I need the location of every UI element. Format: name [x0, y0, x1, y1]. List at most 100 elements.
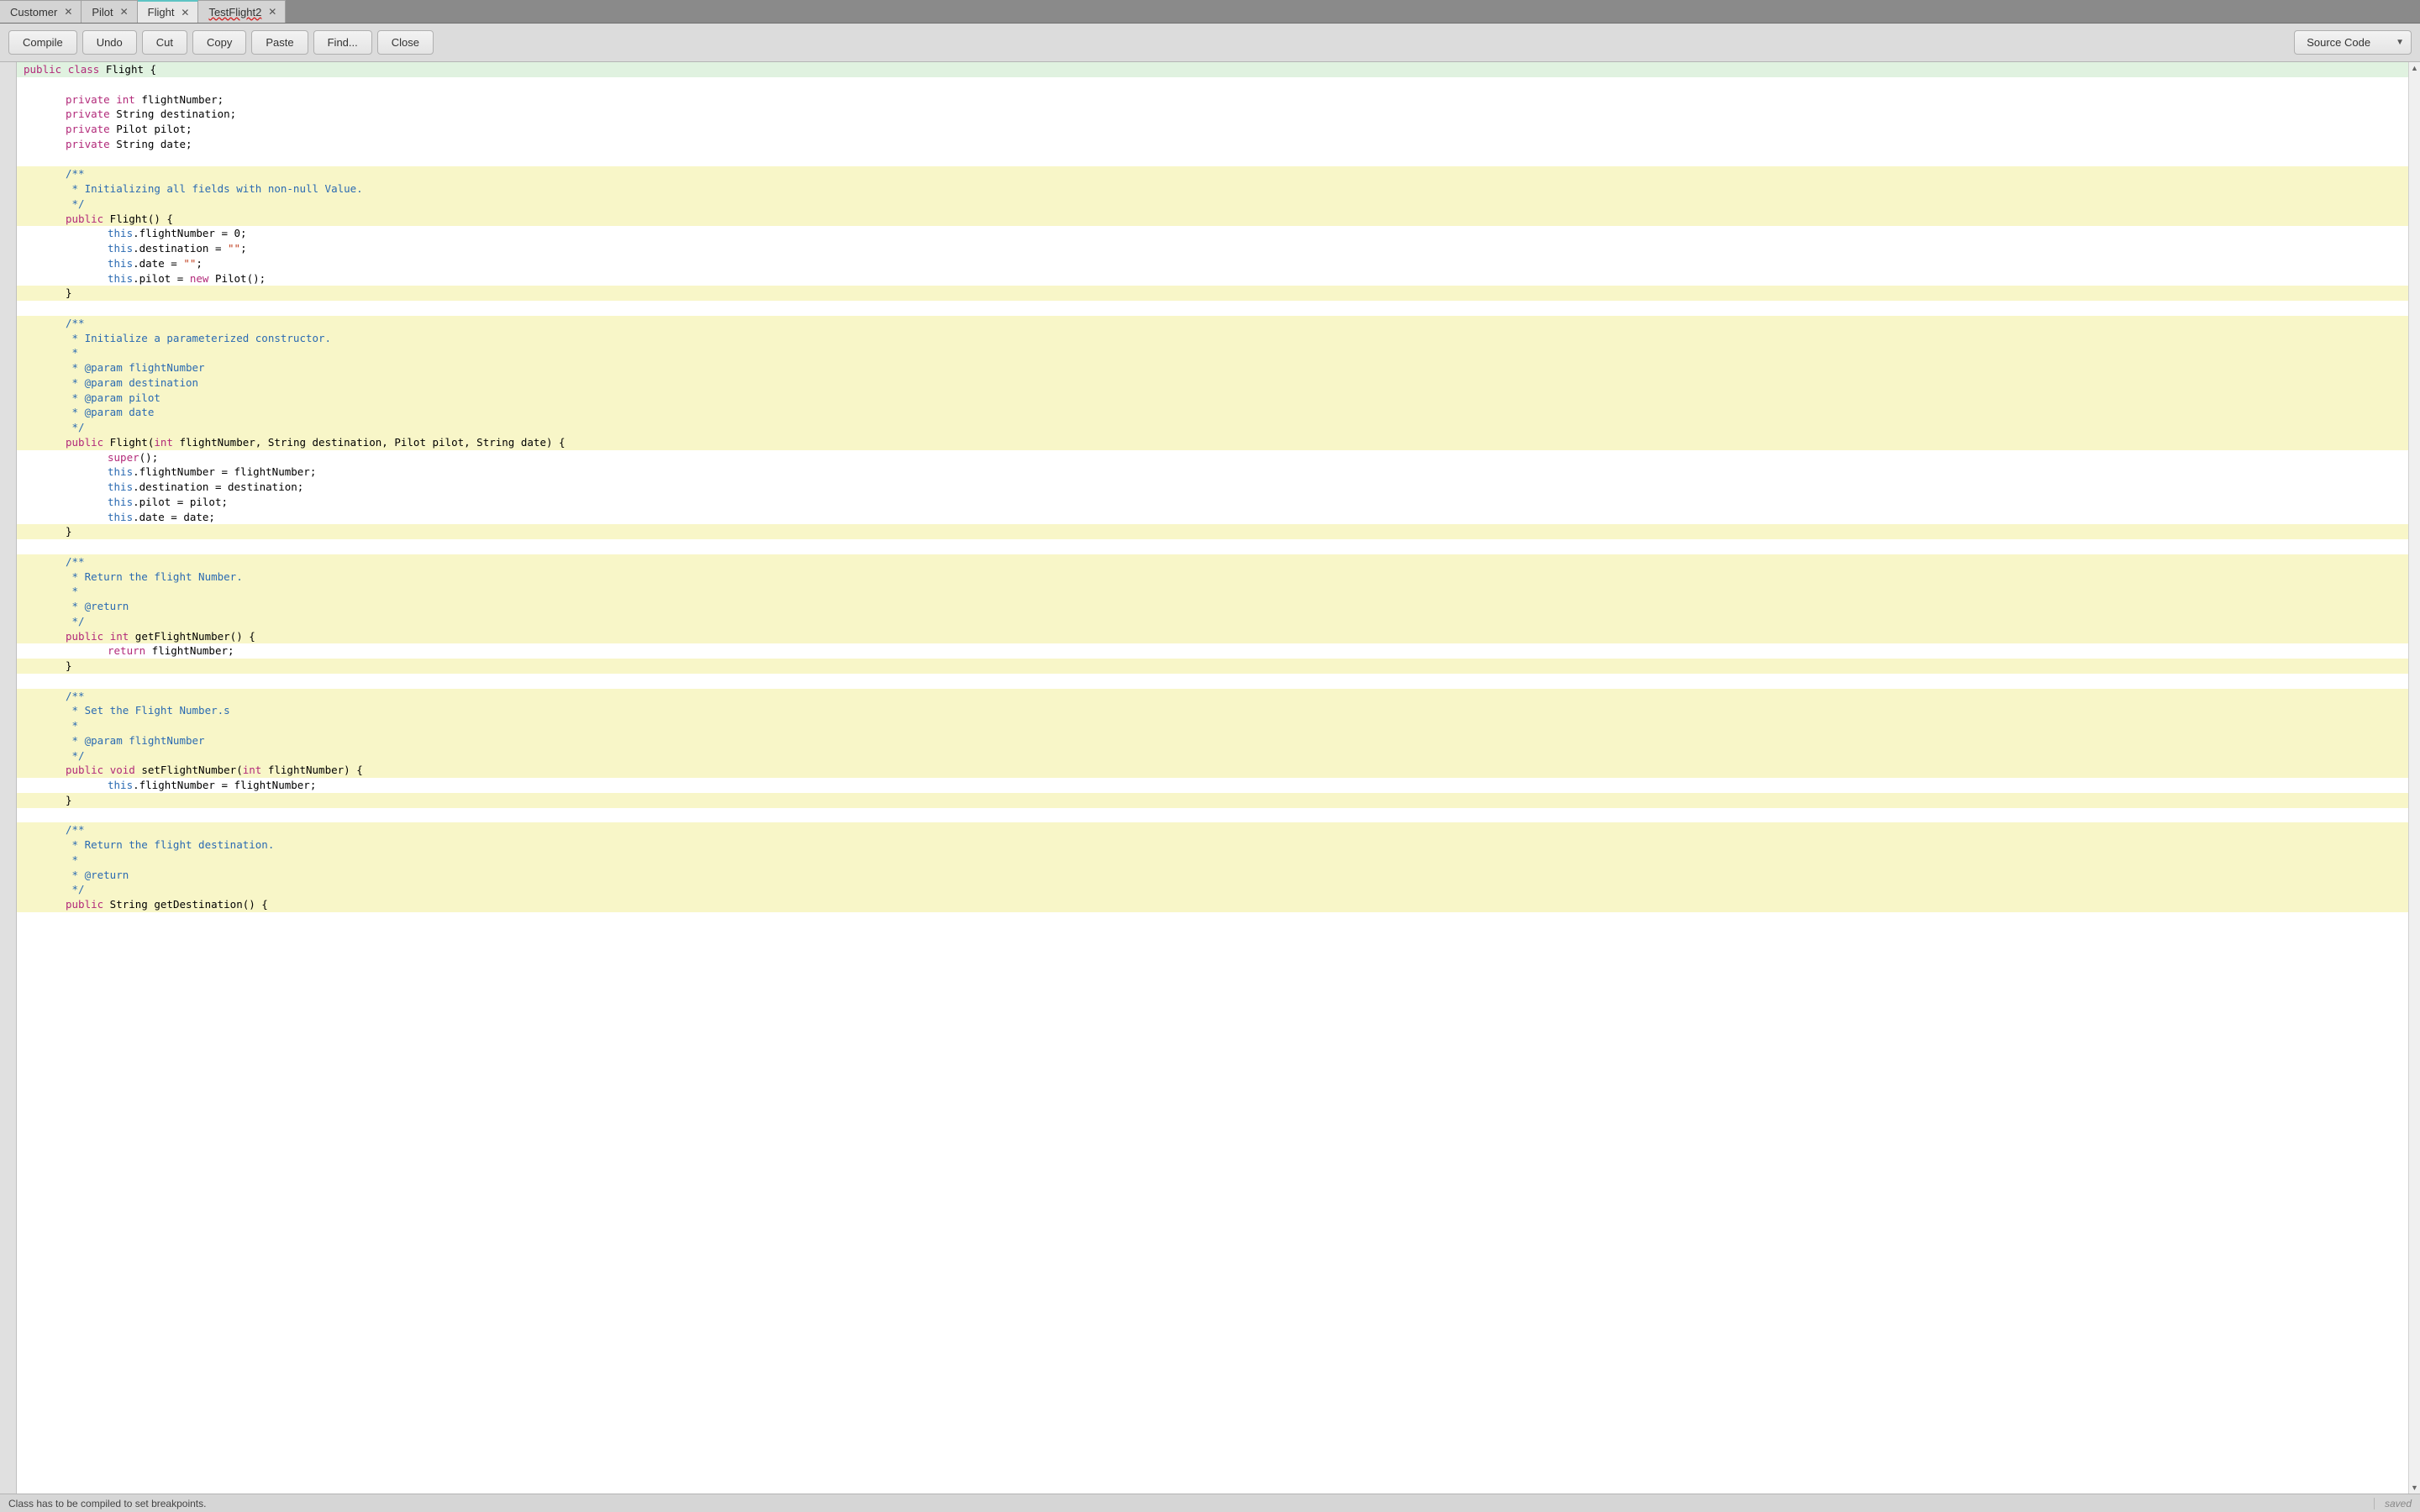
paste-button[interactable]: Paste	[251, 30, 308, 55]
code-line[interactable]	[17, 77, 2408, 92]
scroll-down-icon[interactable]: ▼	[2409, 1482, 2420, 1494]
scroll-up-icon[interactable]: ▲	[2409, 62, 2420, 74]
code-line[interactable]: */	[17, 197, 2408, 212]
code-line[interactable]: super();	[17, 450, 2408, 465]
undo-button[interactable]: Undo	[82, 30, 137, 55]
code-line[interactable]: public int getFlightNumber() {	[17, 629, 2408, 644]
code-line[interactable]: * @return	[17, 868, 2408, 883]
token-doc: * @return	[66, 600, 129, 612]
code-line[interactable]: private Pilot pilot;	[17, 122, 2408, 137]
token-doc: * @param date	[66, 406, 154, 418]
token-key: new	[190, 272, 209, 285]
token-mod: public	[66, 213, 103, 225]
code-line[interactable]: * Initialize a parameterized constructor…	[17, 331, 2408, 346]
code-line[interactable]: * @param flightNumber	[17, 360, 2408, 375]
code-line[interactable]: * Initializing all fields with non-null …	[17, 181, 2408, 197]
token-this: this	[108, 227, 133, 239]
breakpoint-gutter[interactable]	[0, 62, 17, 1494]
code-line[interactable]: return flightNumber;	[17, 643, 2408, 659]
code-line[interactable]: this.destination = destination;	[17, 480, 2408, 495]
code-line[interactable]: this.date = date;	[17, 510, 2408, 525]
code-line[interactable]: /**	[17, 689, 2408, 704]
status-message: Class has to be compiled to set breakpoi…	[8, 1498, 206, 1509]
compile-button[interactable]: Compile	[8, 30, 77, 55]
find-button[interactable]: Find...	[313, 30, 372, 55]
code-line[interactable]: */	[17, 748, 2408, 764]
code-line[interactable]	[17, 152, 2408, 167]
tab-customer[interactable]: Customer✕	[0, 0, 82, 23]
code-line[interactable]: /**	[17, 554, 2408, 570]
token-str: ""	[228, 242, 240, 255]
close-icon[interactable]: ✕	[179, 7, 191, 18]
code-line[interactable]: this.flightNumber = flightNumber;	[17, 778, 2408, 793]
code-line[interactable]: }	[17, 524, 2408, 539]
token-doc: * @param destination	[66, 376, 198, 389]
token-doc: /**	[66, 690, 85, 702]
tab-label: Pilot	[92, 6, 113, 18]
code-line[interactable]: * Set the Flight Number.s	[17, 703, 2408, 718]
code-line[interactable]: this.pilot = pilot;	[17, 495, 2408, 510]
code-line[interactable]: }	[17, 286, 2408, 301]
token-doc: * Return the flight destination.	[66, 838, 274, 851]
code-line[interactable]	[17, 808, 2408, 823]
code-line[interactable]: }	[17, 793, 2408, 808]
code-line[interactable]: this.flightNumber = flightNumber;	[17, 465, 2408, 480]
code-line[interactable]: * @return	[17, 599, 2408, 614]
token-type: int	[243, 764, 262, 776]
tab-testflight2[interactable]: TestFlight2✕	[198, 0, 286, 23]
scroll-track[interactable]	[2409, 74, 2420, 1482]
code-area[interactable]: public class Flight { private int flight…	[17, 62, 2408, 1494]
code-line[interactable]: private String destination;	[17, 107, 2408, 122]
code-line[interactable]: public String getDestination() {	[17, 897, 2408, 912]
code-line[interactable]: * @param date	[17, 405, 2408, 420]
code-line[interactable]: /**	[17, 316, 2408, 331]
close-button[interactable]: Close	[377, 30, 434, 55]
code-line[interactable]: */	[17, 420, 2408, 435]
token-doc: * Initializing all fields with non-null …	[66, 182, 363, 195]
code-line[interactable]: *	[17, 345, 2408, 360]
token-doc: */	[66, 883, 85, 895]
code-line[interactable]: /**	[17, 166, 2408, 181]
code-line[interactable]: *	[17, 584, 2408, 599]
code-line[interactable]: private int flightNumber;	[17, 92, 2408, 108]
cut-button[interactable]: Cut	[142, 30, 187, 55]
code-line[interactable]: public Flight() {	[17, 212, 2408, 227]
code-line[interactable]: }	[17, 659, 2408, 674]
copy-button[interactable]: Copy	[192, 30, 246, 55]
token-doc: * @param flightNumber	[66, 734, 205, 747]
token-type: int	[116, 93, 135, 106]
close-icon[interactable]: ✕	[62, 6, 74, 18]
code-line[interactable]: /**	[17, 822, 2408, 837]
tab-pilot[interactable]: Pilot ✕	[82, 0, 137, 23]
code-line[interactable]	[17, 301, 2408, 316]
code-line[interactable]: public class Flight {	[17, 62, 2408, 77]
code-line[interactable]: this.date = "";	[17, 256, 2408, 271]
token-key: return	[108, 644, 145, 657]
code-line[interactable]: *	[17, 853, 2408, 868]
code-line[interactable]: */	[17, 614, 2408, 629]
view-dropdown[interactable]: Source Code ▼	[2294, 30, 2412, 55]
status-bar: Class has to be compiled to set breakpoi…	[0, 1494, 2420, 1512]
code-line[interactable]	[17, 674, 2408, 689]
code-line[interactable]: * Return the flight Number.	[17, 570, 2408, 585]
code-line[interactable]: * Return the flight destination.	[17, 837, 2408, 853]
token-key: super	[108, 451, 139, 464]
vertical-scrollbar[interactable]: ▲ ▼	[2408, 62, 2420, 1494]
tab-flight[interactable]: Flight✕	[138, 0, 199, 23]
code-line[interactable]: public Flight(int flightNumber, String d…	[17, 435, 2408, 450]
code-line[interactable]: * @param destination	[17, 375, 2408, 391]
code-line[interactable]: */	[17, 882, 2408, 897]
token-doc: *	[66, 585, 78, 597]
code-line[interactable]: this.flightNumber = 0;	[17, 226, 2408, 241]
code-line[interactable]: private String date;	[17, 137, 2408, 152]
code-line[interactable]	[17, 539, 2408, 554]
code-line[interactable]: this.destination = "";	[17, 241, 2408, 256]
close-icon[interactable]: ✕	[266, 6, 278, 18]
close-icon[interactable]: ✕	[118, 6, 130, 18]
tab-bar: Customer✕Pilot✕Flight✕TestFlight2✕	[0, 0, 2420, 24]
code-line[interactable]: * @param flightNumber	[17, 733, 2408, 748]
code-line[interactable]: * @param pilot	[17, 391, 2408, 406]
code-line[interactable]: public void setFlightNumber(int flightNu…	[17, 763, 2408, 778]
code-line[interactable]: this.pilot = new Pilot();	[17, 271, 2408, 286]
code-line[interactable]: *	[17, 718, 2408, 733]
